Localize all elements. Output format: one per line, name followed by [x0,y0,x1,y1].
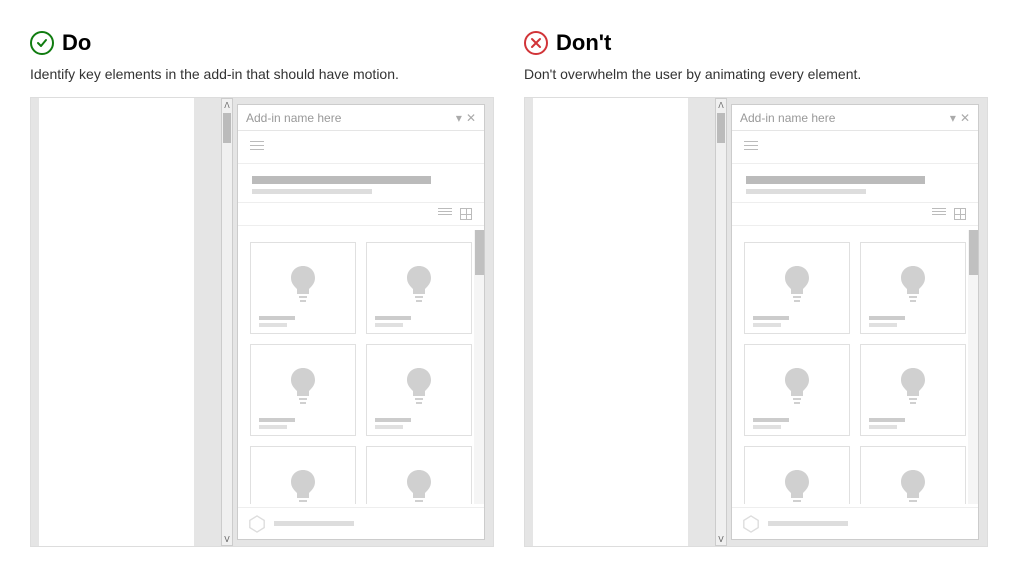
scroll-down-icon[interactable]: ᐯ [716,533,726,545]
item-card[interactable] [250,242,356,334]
x-icon [524,31,548,55]
content-header [732,164,978,203]
bulb-icon [781,353,813,418]
dont-header: Don't [524,30,988,56]
bulb-icon [897,251,929,316]
scroll-thumb[interactable] [475,230,484,275]
item-card[interactable] [744,344,850,436]
card-grid [238,230,484,504]
scroll-up-icon[interactable]: ᐱ [222,99,232,111]
scroll-up-icon[interactable]: ᐱ [716,99,726,111]
panel-titlebar: Add-in name here ▾ ✕ [238,105,484,131]
do-column: Do Identify key elements in the add-in t… [30,30,494,547]
item-card[interactable] [744,242,850,334]
item-card[interactable] [366,242,472,334]
dont-mockup: ᐱ ᐯ Add-in name here ▾ ✕ [524,97,988,547]
hexagon-icon [248,515,266,533]
grid-view-icon[interactable] [460,208,474,220]
list-view-icon[interactable] [932,208,946,220]
panel-body [238,230,484,504]
grid-view-icon[interactable] [954,208,968,220]
close-icon[interactable]: ✕ [960,111,970,125]
scroll-thumb[interactable] [223,113,231,143]
document-scrollbar[interactable]: ᐱ ᐯ [715,98,727,546]
panel-controls: ▾ ✕ [950,111,970,125]
hexagon-icon [742,515,760,533]
view-toolbar [238,203,484,226]
bulb-icon [403,455,435,504]
do-description: Identify key elements in the add-in that… [30,66,494,82]
bulb-icon [781,455,813,504]
placeholder-text [274,521,354,526]
addin-panel: Add-in name here ▾ ✕ [731,104,979,540]
bulb-icon [897,455,929,504]
dropdown-icon[interactable]: ▾ [950,111,956,125]
panel-footer [732,507,978,539]
addin-panel: Add-in name here ▾ ✕ [237,104,485,540]
panel-body [732,230,978,504]
item-card[interactable] [250,446,356,504]
scroll-down-icon[interactable]: ᐯ [222,533,232,545]
bulb-icon [287,455,319,504]
do-title: Do [62,30,91,56]
hamburger-menu[interactable] [238,131,484,164]
panel-title: Add-in name here [246,111,341,125]
dropdown-icon[interactable]: ▾ [456,111,462,125]
item-card[interactable] [250,344,356,436]
do-mockup: ᐱ ᐯ Add-in name here ▾ ✕ [30,97,494,547]
panel-scrollbar[interactable] [474,230,484,504]
item-card[interactable] [860,242,966,334]
hamburger-menu[interactable] [732,131,978,164]
card-grid [732,230,978,504]
scroll-thumb[interactable] [717,113,725,143]
item-card[interactable] [860,446,966,504]
placeholder-text [768,521,848,526]
item-card[interactable] [366,446,472,504]
document-scrollbar[interactable]: ᐱ ᐯ [221,98,233,546]
view-toolbar [732,203,978,226]
content-header [238,164,484,203]
placeholder-text [746,176,925,184]
bulb-icon [403,353,435,418]
placeholder-text [252,176,431,184]
item-card[interactable] [860,344,966,436]
item-card[interactable] [366,344,472,436]
checkmark-icon [30,31,54,55]
placeholder-text [746,189,866,194]
bulb-icon [287,251,319,316]
close-icon[interactable]: ✕ [466,111,476,125]
panel-controls: ▾ ✕ [456,111,476,125]
panel-footer [238,507,484,539]
bulb-icon [897,353,929,418]
do-header: Do [30,30,494,56]
panel-titlebar: Add-in name here ▾ ✕ [732,105,978,131]
placeholder-text [252,189,372,194]
document-area [39,98,194,546]
panel-scrollbar[interactable] [968,230,978,504]
panel-title: Add-in name here [740,111,835,125]
list-view-icon[interactable] [438,208,452,220]
item-card[interactable] [744,446,850,504]
scroll-thumb[interactable] [969,230,978,275]
bulb-icon [403,251,435,316]
document-area [533,98,688,546]
bulb-icon [781,251,813,316]
dont-title: Don't [556,30,611,56]
dont-description: Don't overwhelm the user by animating ev… [524,66,988,82]
bulb-icon [287,353,319,418]
dont-column: Don't Don't overwhelm the user by animat… [524,30,988,547]
